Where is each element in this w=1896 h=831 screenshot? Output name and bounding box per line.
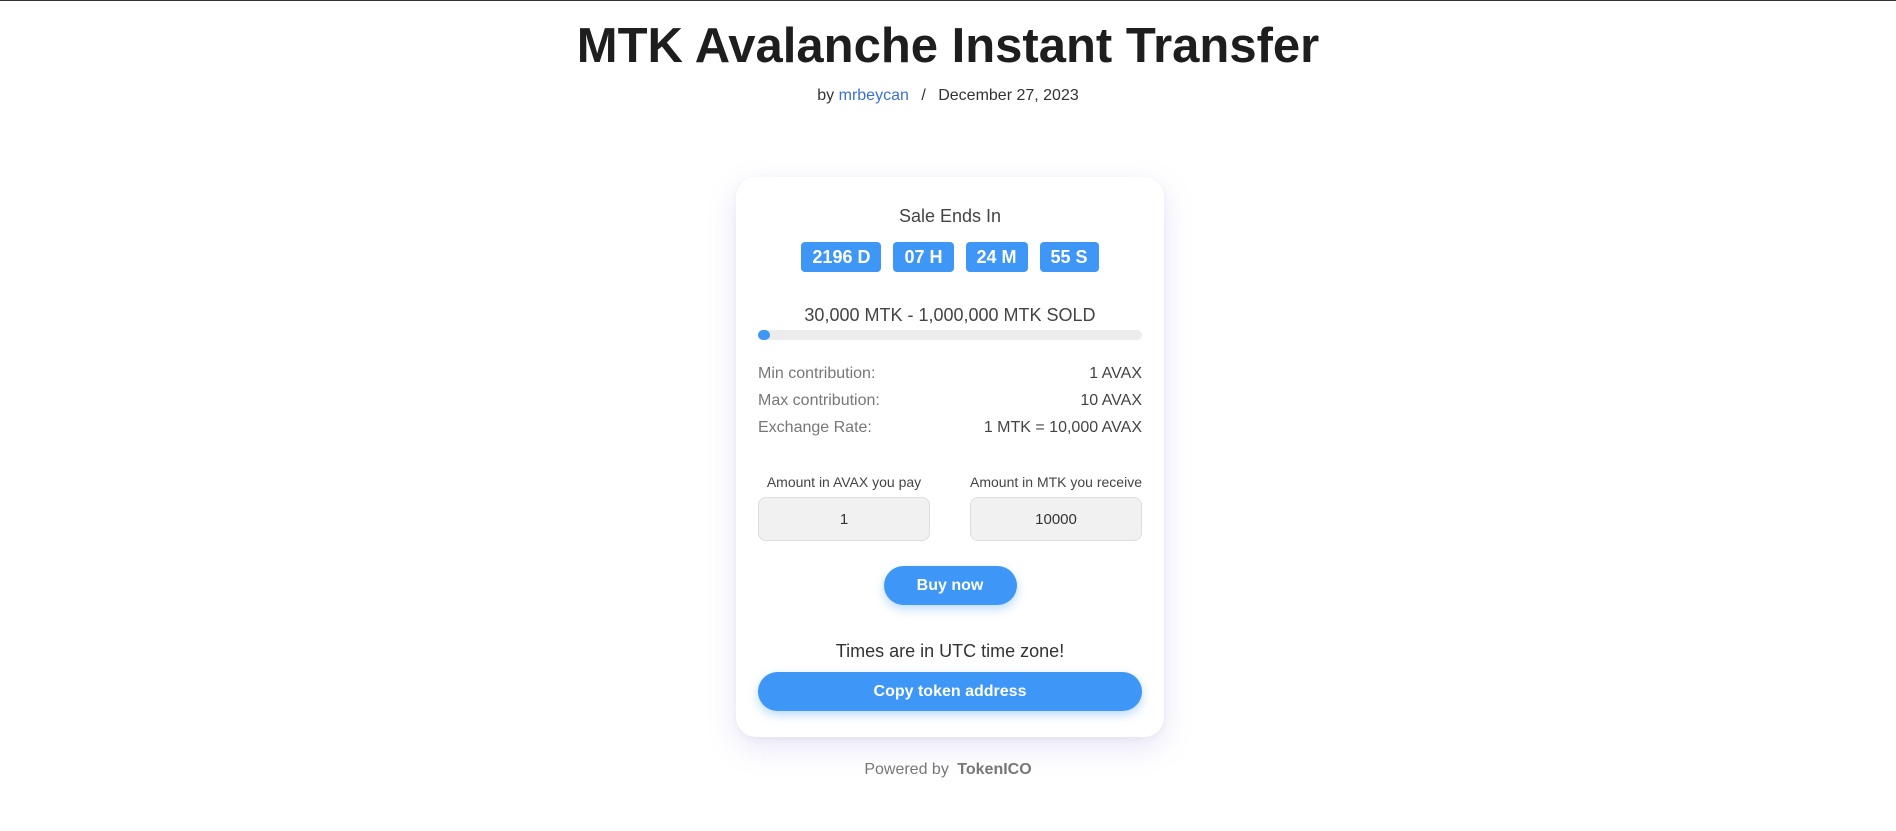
info-row-rate: Exchange Rate: 1 MTK = 10,000 AVAX — [758, 414, 1142, 441]
countdown-minutes: 24 M — [965, 242, 1028, 272]
pay-amount-group: Amount in AVAX you pay — [758, 473, 930, 541]
countdown-days: 2196 D — [801, 242, 882, 272]
sold-progress-bar — [758, 330, 1142, 340]
sold-progress-label: 30,000 MTK - 1,000,000 MTK SOLD — [804, 305, 1096, 325]
info-value: 1 AVAX — [1089, 365, 1142, 382]
info-key: Exchange Rate: — [758, 419, 872, 436]
page-header: MTK Avalanche Instant Transfer by mrbeyc… — [0, 1, 1896, 105]
info-row-min: Min contribution: 1 AVAX — [758, 360, 1142, 387]
info-key: Min contribution: — [758, 365, 876, 382]
info-value: 10 AVAX — [1080, 392, 1142, 409]
amount-inputs: Amount in AVAX you pay Amount in MTK you… — [758, 473, 1142, 541]
pay-amount-label: Amount in AVAX you pay — [766, 474, 922, 490]
post-date: December 27, 2023 — [938, 87, 1079, 104]
page-title: MTK Avalanche Instant Transfer — [576, 19, 1320, 73]
info-value: 1 MTK = 10,000 AVAX — [983, 419, 1142, 436]
receive-amount-label: Amount in MTK you receive — [970, 474, 1142, 490]
receive-amount-input[interactable] — [970, 497, 1142, 541]
countdown-hours: 07 H — [893, 242, 954, 272]
powered-by-brand[interactable]: TokenICO — [957, 761, 1031, 778]
author-link[interactable]: mrbeycan — [839, 87, 909, 104]
buy-now-button[interactable]: Buy now — [883, 566, 1017, 605]
countdown: 2196 D 07 H 24 M 55 S — [758, 242, 1142, 272]
timezone-note: Times are in UTC time zone! — [835, 641, 1065, 661]
sold-progress-fill — [758, 330, 770, 340]
pay-amount-input[interactable] — [758, 497, 930, 541]
presale-card: Sale Ends In 2196 D 07 H 24 M 55 S 30,00… — [736, 177, 1164, 737]
info-row-max: Max contribution: 10 AVAX — [758, 387, 1142, 414]
by-label: by — [817, 87, 835, 104]
powered-by-footer: Powered by TokenICO — [0, 761, 1896, 779]
contribution-info: Min contribution: 1 AVAX Max contributio… — [758, 360, 1142, 441]
meta-separator: / — [921, 87, 926, 104]
copy-token-address-button[interactable]: Copy token address — [758, 672, 1142, 711]
powered-by-label: Powered by — [864, 761, 949, 778]
receive-amount-group: Amount in MTK you receive — [970, 473, 1142, 541]
info-key: Max contribution: — [758, 392, 880, 409]
countdown-seconds: 55 S — [1039, 242, 1099, 272]
sale-ends-label: Sale Ends In — [898, 206, 1002, 226]
post-meta: by mrbeycan / December 27, 2023 — [0, 87, 1896, 105]
